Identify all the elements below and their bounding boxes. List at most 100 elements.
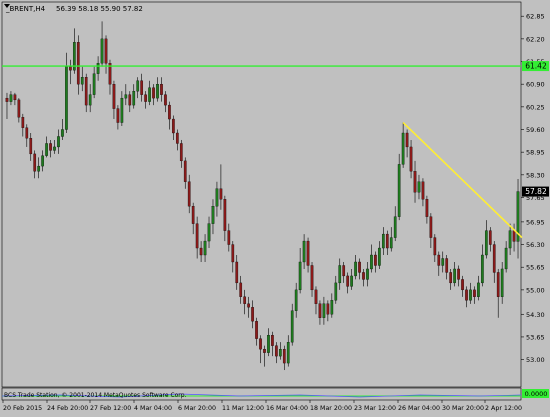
- candle-body: [136, 80, 140, 92]
- x-tick-label: 6 Mar 20:00: [178, 405, 216, 412]
- candle-body: [259, 338, 262, 350]
- candle-body: [322, 303, 326, 318]
- candle-body: [144, 94, 147, 102]
- candle-body: [61, 129, 64, 137]
- candle-body: [346, 275, 350, 287]
- candle-body: [286, 342, 290, 364]
- candle-body: [33, 153, 37, 172]
- hline-price-tag: 61.42: [522, 61, 549, 72]
- candle-body: [350, 275, 353, 287]
- price-chart[interactable]: 62.8562.2061.5560.9060.2559.6058.9558.30…: [0, 0, 550, 413]
- candle-body: [231, 244, 235, 263]
- candle-body: [247, 303, 250, 308]
- candle-body: [381, 233, 385, 249]
- candle-body: [17, 99, 21, 118]
- x-tick-label: 16 Mar 04:00: [266, 405, 308, 412]
- candle-body: [500, 268, 504, 297]
- candle-body: [290, 310, 294, 343]
- candle-body: [282, 348, 286, 364]
- current-price-tag: 57.82: [522, 186, 549, 197]
- candle-body: [13, 94, 17, 101]
- candle-body: [116, 108, 120, 123]
- candle-body: [5, 97, 9, 102]
- candle-body: [223, 199, 227, 231]
- x-tick-label: 20 Feb 2015: [3, 405, 42, 412]
- candle-body: [385, 233, 389, 249]
- candle-body: [484, 230, 488, 256]
- candle-body: [314, 289, 318, 304]
- candle-body: [370, 254, 373, 270]
- chart-window[interactable]: 62.8562.2061.5560.9060.2559.6058.9558.30…: [0, 0, 550, 413]
- candle-body: [211, 206, 215, 224]
- y-tick-label: 56.30: [526, 241, 545, 249]
- x-tick-label: 30 Mar 20:00: [442, 405, 484, 412]
- candle-body: [132, 91, 136, 106]
- candle-body: [334, 282, 338, 301]
- candle-body: [69, 66, 72, 71]
- ohlc-values: 56.39 58.18 55.90 57.82: [56, 5, 143, 13]
- candle-body: [473, 289, 476, 297]
- candle-body: [168, 104, 171, 120]
- candle-body: [326, 303, 330, 315]
- candle-body: [25, 127, 29, 139]
- indicator-subwindow[interactable]: BCS Trade Station, © 2001-2014 MetaQuote…: [1, 387, 549, 401]
- x-tick-label: 27 Feb 12:00: [90, 405, 131, 412]
- candle-body: [88, 94, 92, 106]
- candle-body: [65, 66, 68, 130]
- candle-body: [49, 143, 52, 151]
- candle-body: [393, 216, 397, 238]
- symbol-label: _BRENT,H4: [5, 5, 46, 13]
- candle-body: [156, 84, 159, 99]
- candle-body: [437, 254, 441, 266]
- candle-body: [378, 247, 381, 266]
- candle-body: [433, 237, 437, 256]
- candle-body: [421, 181, 425, 200]
- candle-body: [512, 230, 516, 242]
- y-tick-label: 62.85: [526, 13, 545, 21]
- candle-body: [294, 289, 298, 311]
- candle-body: [207, 223, 211, 242]
- x-tick-label: 23 Mar 12:00: [354, 405, 396, 412]
- indicator-value: 0.0000: [525, 390, 548, 398]
- candle-body: [215, 188, 219, 207]
- candle-body: [45, 143, 48, 156]
- copyright-text: BCS Trade Station, © 2001-2014 MetaQuote…: [4, 392, 187, 399]
- y-tick-label: 59.60: [526, 126, 545, 134]
- candle-body: [449, 272, 453, 284]
- y-tick-label: 60.90: [526, 81, 545, 89]
- candle-body: [504, 247, 508, 270]
- candle-body: [397, 164, 401, 217]
- candle-body: [338, 265, 342, 284]
- candle-body: [175, 132, 179, 144]
- y-tick-label: 60.25: [526, 103, 545, 111]
- candle-body: [389, 237, 393, 249]
- candle-body: [318, 303, 322, 318]
- candle-body: [255, 321, 258, 339]
- candle-body: [492, 244, 496, 273]
- candle-body: [310, 265, 314, 291]
- candle-body: [57, 136, 60, 148]
- candle-body: [112, 84, 116, 109]
- x-tick-label: 11 Mar 12:00: [222, 405, 264, 412]
- y-tick-label: 58.30: [526, 171, 545, 179]
- candle-body: [251, 307, 254, 322]
- candle-body: [164, 94, 167, 106]
- chart-background: [0, 0, 550, 413]
- candle-body: [92, 73, 96, 95]
- candle-body: [199, 247, 203, 256]
- candle-body: [457, 268, 460, 280]
- candle-body: [120, 97, 124, 123]
- candle-body: [275, 345, 278, 357]
- candle-body: [465, 289, 468, 301]
- x-tick-label: 26 Mar 04:00: [398, 405, 440, 412]
- chart-header: _BRENT,H4 56.39 58.18 55.90 57.82: [4, 4, 143, 13]
- candle-body: [429, 216, 433, 238]
- candle-body: [441, 258, 445, 266]
- candle-body: [53, 146, 56, 151]
- y-tick-label: 53.00: [526, 356, 545, 364]
- candle-body: [104, 38, 108, 64]
- candle-body: [354, 261, 357, 277]
- y-tick-label: 54.30: [526, 311, 545, 319]
- candle-body: [409, 146, 413, 172]
- candle-body: [191, 206, 195, 224]
